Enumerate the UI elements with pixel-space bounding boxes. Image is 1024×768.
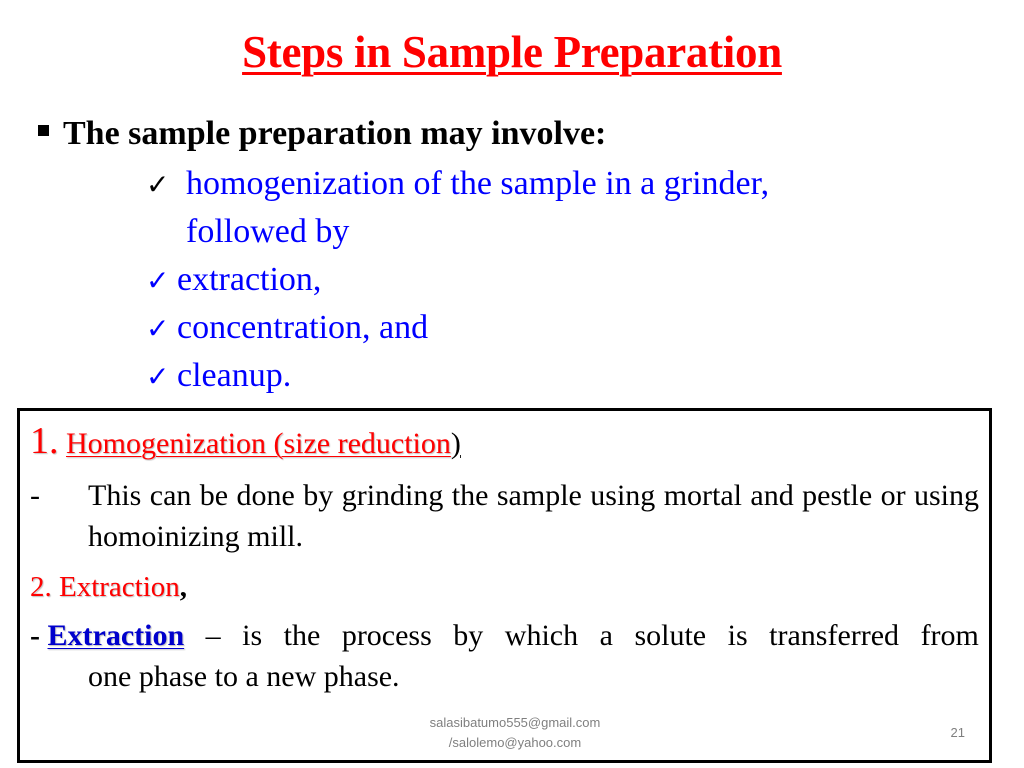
section-1-title: Homogenization (size reduction [66, 427, 451, 460]
definition-word: is [727, 619, 748, 652]
lead-text: The sample preparation may involve: [63, 115, 607, 152]
check-icon: ✓ [146, 264, 170, 297]
definition-word: which [504, 619, 579, 652]
footer-email-line-2: /salolemo@yahoo.com [448, 735, 582, 750]
section-1-heading: 1. Homogenization (size reduction) [30, 421, 461, 464]
check-icon: ✓ [146, 168, 170, 201]
section-2-heading: 2. Extraction, [30, 567, 187, 607]
checklist-item-continuation: followed by [146, 208, 769, 256]
section-2-line-1: - Extraction – is the process by which a… [30, 615, 979, 656]
checklist-item-text: extraction, [177, 261, 322, 298]
checklist: ✓ homogenization of the sample in a grind… [146, 160, 769, 400]
section-1-body: This can be done by grinding the sample … [88, 479, 979, 553]
checklist-item: ✓ extraction, [146, 256, 769, 304]
checklist-item-text: cleanup. [177, 357, 292, 394]
dash-bullet: - [30, 619, 40, 652]
definition-word: by [453, 619, 484, 652]
content-box: 1. Homogenization (size reduction) - Thi… [17, 408, 992, 763]
dash-bullet: - [30, 479, 40, 512]
section-1-closing-paren: ) [450, 427, 461, 460]
checklist-item-continuation-text: followed by [186, 213, 350, 250]
keyword-extraction: Extraction [47, 619, 185, 652]
checklist-item: ✓ concentration, and [146, 304, 769, 352]
checklist-item: ✓ homogenization of the sample in a grind… [146, 160, 769, 208]
slide-title-text: Steps in Sample Preparation [242, 27, 782, 77]
definition-word: from [920, 619, 979, 652]
check-icon: ✓ [146, 312, 170, 345]
section-2-title: 2. Extraction [30, 571, 180, 603]
square-bullet-icon [38, 124, 49, 136]
definition-word: is [242, 619, 263, 652]
footer-email: salasibatumo555@gmail.com /salolemo@yaho… [400, 713, 630, 753]
footer-email-line-1: salasibatumo555@gmail.com [429, 715, 601, 730]
section-2-bullet-keyword: - Extraction [30, 615, 184, 656]
definition-word: solute [634, 619, 707, 652]
section-1-number: 1. [30, 420, 59, 462]
page-number: 21 [950, 725, 965, 740]
slide-title: Steps in Sample Preparation [0, 24, 1024, 80]
checklist-item-text: homogenization of the sample in a grinde… [186, 165, 770, 202]
section-1-paragraph: - This can be done by grinding the sampl… [30, 475, 979, 557]
definition-word: process [341, 619, 432, 652]
definition-word: a [599, 619, 613, 652]
section-2-line-2: one phase to a new phase. [88, 660, 400, 693]
checklist-item-text: concentration, and [177, 309, 429, 346]
section-2-trailing: , [179, 571, 188, 603]
check-icon: ✓ [146, 360, 170, 393]
checklist-item: ✓ cleanup. [146, 352, 769, 400]
definition-word: – [205, 619, 221, 652]
definition-word: the [283, 619, 321, 652]
section-2-paragraph: - Extraction – is the process by which a… [30, 615, 979, 697]
lead-bullet: The sample preparation may involve: [38, 112, 606, 156]
definition-word: transferred [769, 619, 900, 652]
